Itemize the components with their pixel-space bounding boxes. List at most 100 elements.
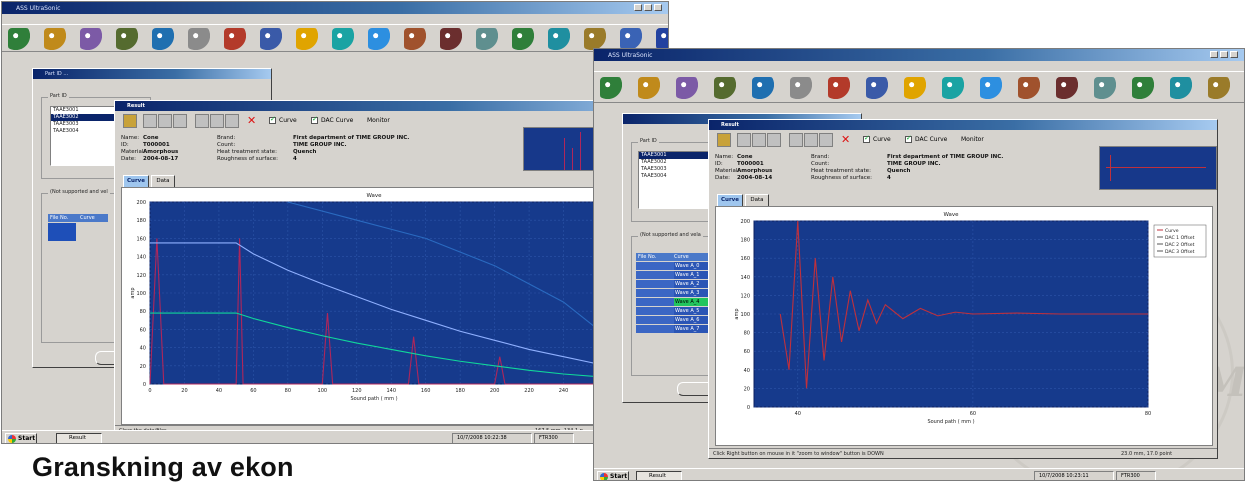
close-button[interactable]	[1230, 51, 1238, 58]
table-row[interactable]: Wave A_5	[636, 307, 712, 316]
date-value: 2004-08-17	[143, 156, 179, 162]
chart-icon[interactable]	[260, 28, 282, 50]
table-row[interactable]: Wave A_7	[636, 325, 712, 334]
print-icon[interactable]	[676, 77, 698, 99]
wrench-icon[interactable]	[1208, 77, 1230, 99]
zoom-in-icon[interactable]	[737, 133, 751, 147]
cursor-icon[interactable]	[225, 114, 239, 128]
curve-checkbox[interactable]: ✓	[269, 115, 276, 124]
help-icon[interactable]	[620, 28, 642, 50]
part-list-item[interactable]: TAAE3002	[639, 159, 715, 166]
y-tick-label: 100	[136, 291, 146, 297]
move-icon[interactable]	[173, 114, 187, 128]
fit-icon[interactable]	[195, 114, 209, 128]
wave-chart[interactable]: 0 20 40 60 80 100 120 140 160 180 200 0 20 40 60 80 100 1…	[122, 188, 669, 426]
heat-value: Quench	[887, 168, 911, 174]
tab-curve[interactable]: Curve	[123, 175, 149, 187]
grid-icon[interactable]	[804, 133, 818, 147]
report-icon[interactable]	[332, 28, 354, 50]
curve-checkbox[interactable]: ✓	[863, 134, 870, 143]
legend-label: Curve	[1165, 228, 1179, 234]
table-row[interactable]: Wave A_1	[636, 271, 712, 280]
database-icon[interactable]	[980, 77, 1002, 99]
globe-icon[interactable]	[152, 28, 174, 50]
tools-icon[interactable]	[116, 28, 138, 50]
legend-label: DAC 1 Offset	[1165, 235, 1195, 241]
start-button[interactable]: Start	[5, 433, 37, 443]
bucket-icon[interactable]	[404, 28, 426, 50]
probe-icon[interactable]	[828, 77, 850, 99]
table-cell-curve: Wave A_0	[674, 262, 712, 270]
tab-curve[interactable]: Curve	[717, 194, 743, 206]
result-window-title: Result	[721, 122, 739, 128]
part-list-item[interactable]: TAAE3003	[639, 166, 715, 173]
print-icon[interactable]	[80, 28, 102, 50]
zoom-out-icon[interactable]	[752, 133, 766, 147]
maximize-button[interactable]	[644, 4, 652, 11]
probe-tool-icon[interactable]	[717, 133, 731, 147]
dac-checkbox[interactable]: ✓	[905, 134, 912, 143]
move-icon[interactable]	[767, 133, 781, 147]
part-id-label: Part ID	[48, 93, 69, 99]
part-list[interactable]: TAAE3001 TAAE3002 TAAE3003 TAAE3004	[638, 151, 716, 209]
computer-icon[interactable]	[8, 28, 30, 50]
grid-icon[interactable]	[210, 114, 224, 128]
tab-data[interactable]: Data	[151, 175, 175, 187]
taskbar-item-result[interactable]: Result	[636, 471, 682, 480]
scan-icon[interactable]	[1170, 77, 1192, 99]
fit-icon[interactable]	[789, 133, 803, 147]
wave-chart[interactable]: 0 20 40 60 80 100 120 140 160 180 200 40 60 80 Wave Sou…	[716, 207, 1214, 447]
tab-data[interactable]: Data	[745, 194, 769, 206]
monitor-label[interactable]: Monitor	[367, 117, 390, 125]
link-icon[interactable]	[512, 28, 534, 50]
part-dialog-title: Part ID ...	[45, 71, 69, 77]
link-icon[interactable]	[1132, 77, 1154, 99]
user-icon[interactable]	[656, 28, 668, 50]
probe-tool-icon[interactable]	[123, 114, 137, 128]
close-button[interactable]	[654, 4, 662, 11]
wave-icon[interactable]	[904, 77, 926, 99]
cabinet-icon[interactable]	[790, 77, 812, 99]
tools-icon[interactable]	[714, 77, 736, 99]
x-tick-label: 100	[318, 388, 328, 394]
folder-icon[interactable]	[638, 77, 660, 99]
cabinet-icon[interactable]	[188, 28, 210, 50]
computer-icon[interactable]	[600, 77, 622, 99]
y-axis-label: amp	[130, 287, 136, 298]
database-icon[interactable]	[368, 28, 390, 50]
report-icon[interactable]	[942, 77, 964, 99]
bar-chart-icon[interactable]	[440, 28, 462, 50]
grid-selected-row[interactable]	[48, 223, 76, 241]
zoom-in-icon[interactable]	[143, 114, 157, 128]
start-button[interactable]: Start	[597, 471, 629, 480]
taskbar-item-result[interactable]: Result	[56, 433, 102, 443]
folder-icon[interactable]	[44, 28, 66, 50]
wrench-icon[interactable]	[584, 28, 606, 50]
minimize-button[interactable]	[634, 4, 642, 11]
table-row[interactable]: Wave A_3	[636, 289, 712, 298]
envelope-icon[interactable]	[476, 28, 498, 50]
maximize-button[interactable]	[1220, 51, 1228, 58]
wave-icon[interactable]	[296, 28, 318, 50]
table-row[interactable]: Wave A_4	[636, 298, 712, 307]
cursor-icon[interactable]	[819, 133, 833, 147]
table-row[interactable]: Wave A_6	[636, 316, 712, 325]
monitor-label[interactable]: Monitor	[961, 136, 984, 144]
zoom-out-icon[interactable]	[158, 114, 172, 128]
close-red-icon[interactable]: ✕	[247, 115, 259, 127]
probe-icon[interactable]	[224, 28, 246, 50]
part-list-item[interactable]: TAAE3004	[639, 173, 715, 180]
chart-icon[interactable]	[866, 77, 888, 99]
bucket-icon[interactable]	[1018, 77, 1040, 99]
table-row[interactable]: Wave A_2	[636, 280, 712, 289]
minimize-button[interactable]	[1210, 51, 1218, 58]
globe-icon[interactable]	[752, 77, 774, 99]
scan-icon[interactable]	[548, 28, 570, 50]
envelope-icon[interactable]	[1094, 77, 1116, 99]
table-row[interactable]: Wave A_0	[636, 262, 712, 271]
part-list-item[interactable]: TAAE3001	[639, 152, 715, 159]
bar-chart-icon[interactable]	[1056, 77, 1078, 99]
app-titlebar: ASS UltraSonic	[2, 2, 668, 14]
close-red-icon[interactable]: ✕	[841, 134, 853, 146]
dac-checkbox[interactable]: ✓	[311, 115, 318, 124]
